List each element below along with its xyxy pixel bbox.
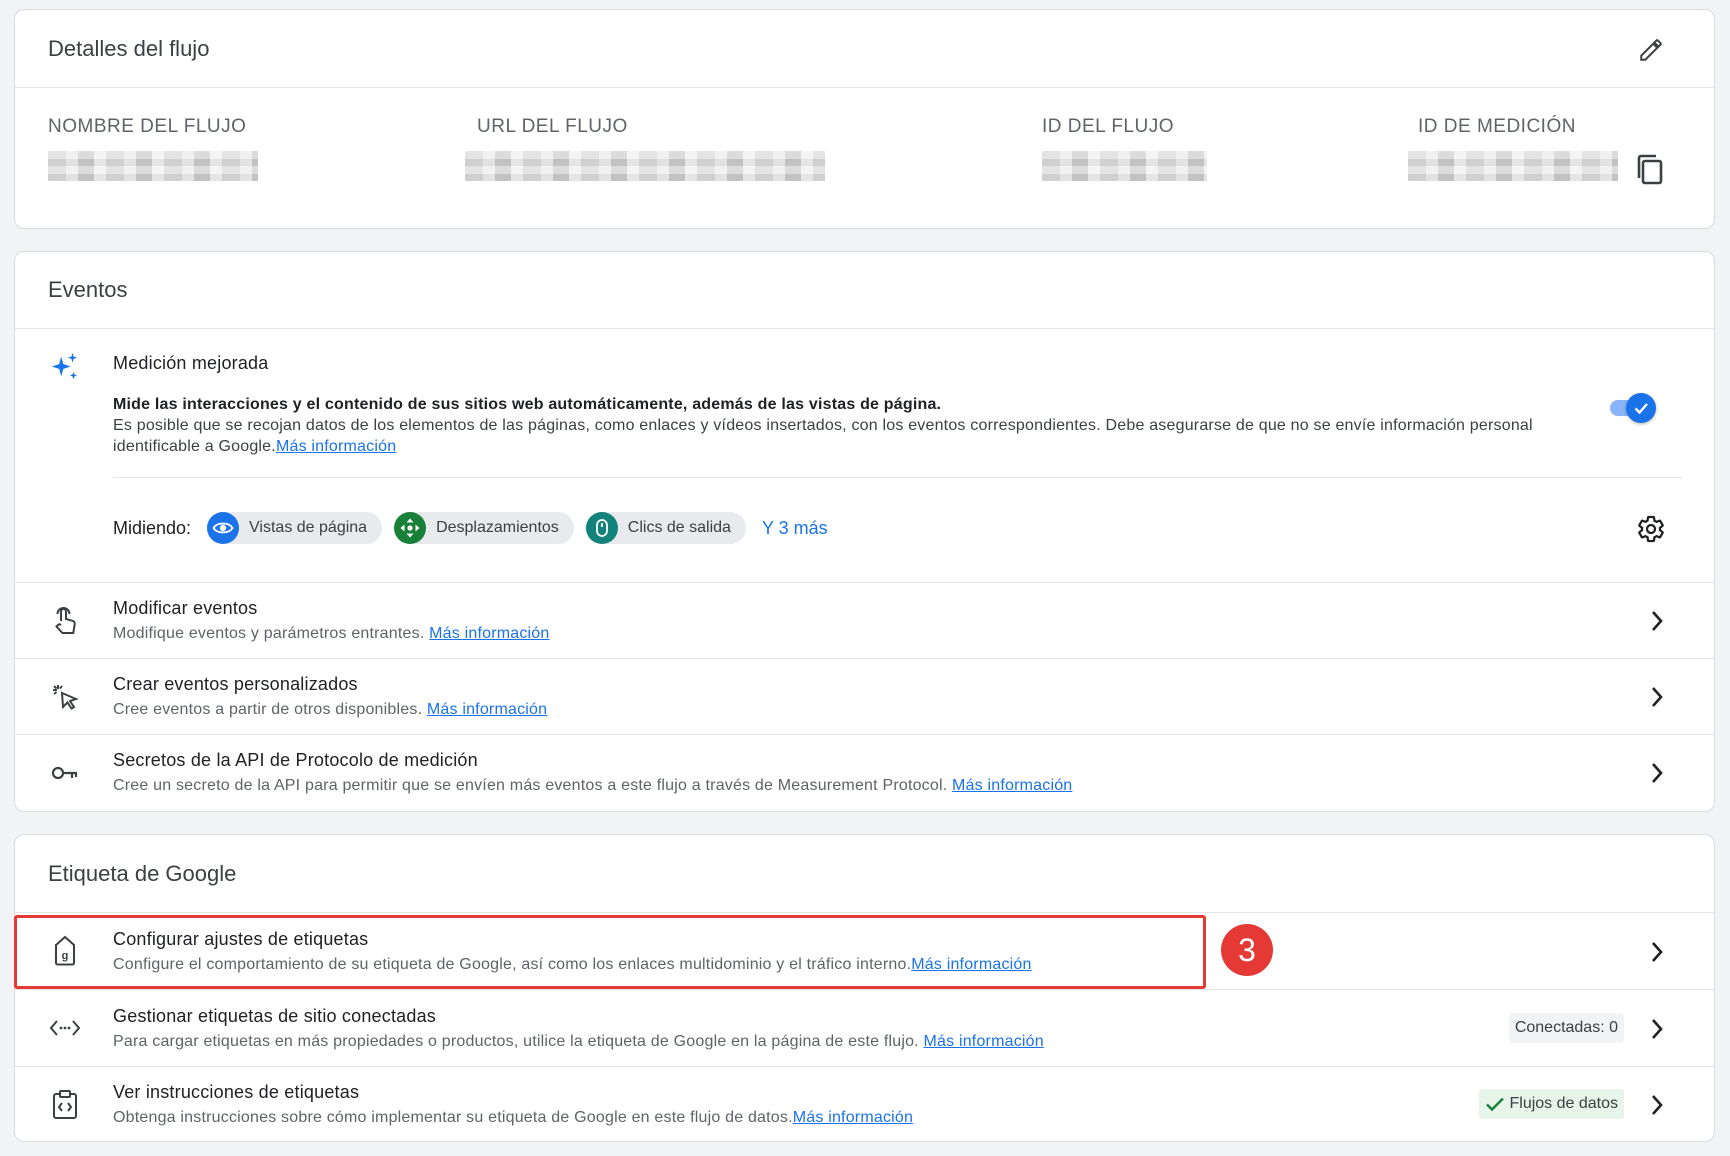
chevron-right-icon[interactable]: [1644, 760, 1670, 786]
field-label: URL DEL FLUJO: [477, 116, 628, 137]
stream-details-header: Detalles del flujo: [15, 10, 1714, 88]
row-tag-instructions[interactable]: Ver instrucciones de etiquetas Obtenga i…: [15, 1067, 1714, 1141]
tag-icon: g: [49, 935, 81, 967]
row-subtitle: Para cargar etiquetas en más propiedades…: [113, 1033, 1044, 1050]
connected-count-badge: Conectadas: 0: [1508, 1013, 1624, 1043]
field-stream-id: ID DEL FLUJO: [1042, 116, 1207, 181]
google-tag-card: Etiqueta de Google g Configurar ajustes …: [14, 834, 1715, 1142]
more-chips-link[interactable]: Y 3 más: [762, 518, 828, 539]
enhanced-measurement-toggle[interactable]: [1608, 393, 1656, 423]
redacted-value: [1408, 151, 1618, 181]
row-title: Ver instrucciones de etiquetas: [113, 1082, 360, 1102]
divider: [113, 477, 1682, 478]
row-create-events[interactable]: Crear eventos personalizados Cree evento…: [15, 659, 1714, 735]
chevron-right-icon[interactable]: [1644, 1016, 1670, 1042]
google-tag-header: Etiqueta de Google: [15, 835, 1714, 913]
row-api-secrets[interactable]: Secretos de la API de Protocolo de medic…: [15, 735, 1714, 811]
field-stream-url: URL DEL FLUJO: [465, 116, 825, 181]
check-icon: [1486, 1097, 1505, 1112]
more-info-link[interactable]: Más información: [429, 625, 549, 642]
chevron-right-icon[interactable]: [1644, 939, 1670, 965]
events-header: Eventos: [15, 252, 1714, 329]
field-stream-name: NOMBRE DEL FLUJO: [48, 116, 258, 181]
sparkle-icon: [49, 351, 81, 383]
row-subtitle: Cree eventos a partir de otros disponibl…: [113, 701, 548, 718]
more-info-link[interactable]: Más información: [427, 701, 547, 718]
more-info-link[interactable]: Más información: [793, 1109, 913, 1126]
redacted-value: [465, 151, 825, 181]
measuring-bar: Midiendo: Vistas de página Desplazamient…: [113, 512, 828, 544]
row-subtitle: Cree un secreto de la API para permitir …: [113, 777, 1073, 794]
more-info-link[interactable]: Más información: [911, 956, 1031, 973]
svg-text:g: g: [62, 950, 69, 962]
row-connected-tags[interactable]: Gestionar etiquetas de sitio conectadas …: [15, 990, 1714, 1067]
code-arrows-icon: [49, 1012, 81, 1044]
copy-button[interactable]: [1634, 153, 1666, 187]
eye-icon: [207, 512, 240, 544]
more-info-link[interactable]: Más información: [276, 438, 396, 455]
more-info-link[interactable]: Más información: [923, 1033, 1043, 1050]
enhanced-measurement: Medición mejorada Mide las interacciones…: [15, 329, 1714, 583]
chip-label: Vistas de página: [249, 519, 368, 536]
field-measurement-id: ID DE MEDICIÓN: [1408, 116, 1618, 181]
row-configure-tag[interactable]: g Configurar ajustes de etiquetas Config…: [15, 913, 1714, 990]
enhanced-measurement-title: Medición mejorada: [113, 353, 269, 373]
touch-icon: [49, 605, 81, 637]
events-card: Eventos Medición mejorada Mide las inter…: [14, 251, 1715, 812]
chevron-right-icon[interactable]: [1644, 684, 1670, 710]
enhanced-measurement-desc: Mide las interacciones y el contenido de…: [113, 394, 1593, 457]
redacted-value: [48, 151, 258, 181]
chip-outbound-clicks[interactable]: Clics de salida: [585, 512, 746, 544]
chip-label: Clics de salida: [627, 519, 731, 536]
edit-button[interactable]: [1636, 35, 1666, 65]
row-title: Modificar eventos: [113, 598, 258, 618]
more-info-link[interactable]: Más información: [952, 777, 1072, 794]
row-modify-events[interactable]: Modificar eventos Modifique eventos y pa…: [15, 583, 1714, 659]
stream-fields: NOMBRE DEL FLUJO URL DEL FLUJO ID DEL FL…: [15, 88, 1714, 228]
code-clipboard-icon: [49, 1089, 81, 1121]
field-label: ID DEL FLUJO: [1042, 116, 1174, 137]
check-icon: [1626, 393, 1656, 423]
row-subtitle: Modifique eventos y parámetros entrantes…: [113, 625, 550, 642]
mouse-icon: [585, 512, 618, 544]
row-title: Secretos de la API de Protocolo de medic…: [113, 750, 478, 770]
chip-page-views[interactable]: Vistas de página: [207, 512, 383, 544]
chevron-right-icon[interactable]: [1644, 1092, 1670, 1118]
stream-details-title: Detalles del flujo: [48, 35, 210, 61]
chip-label: Desplazamientos: [436, 519, 559, 536]
key-icon: [49, 757, 81, 789]
row-subtitle: Configure el comportamiento de su etique…: [113, 956, 1032, 973]
step-number-badge: 3: [1221, 924, 1273, 976]
measuring-label: Midiendo:: [113, 517, 192, 538]
row-title: Crear eventos personalizados: [113, 674, 358, 694]
stream-details-card: Detalles del flujo NOMBRE DEL FLUJO URL …: [14, 9, 1715, 229]
field-label: NOMBRE DEL FLUJO: [48, 116, 247, 137]
badge-label: Flujos de datos: [1509, 1095, 1618, 1112]
google-tag-title: Etiqueta de Google: [48, 860, 237, 886]
gear-icon: [1638, 515, 1664, 543]
row-title: Configurar ajustes de etiquetas: [113, 929, 369, 949]
desc-bold: Mide las interacciones y el contenido de…: [113, 396, 942, 413]
field-label: ID DE MEDICIÓN: [1418, 116, 1576, 137]
copy-icon: [1637, 154, 1663, 185]
move-icon: [394, 512, 427, 544]
row-subtitle: Obtenga instrucciones sobre cómo impleme…: [113, 1109, 914, 1126]
chevron-right-icon[interactable]: [1644, 608, 1670, 634]
chip-scrolls[interactable]: Desplazamientos: [394, 512, 574, 544]
events-title: Eventos: [48, 277, 128, 302]
settings-button[interactable]: [1636, 514, 1666, 544]
data-streams-badge: Flujos de datos: [1479, 1089, 1624, 1119]
row-title: Gestionar etiquetas de sitio conectadas: [113, 1006, 436, 1026]
click-cursor-icon: [49, 681, 81, 713]
redacted-value: [1042, 151, 1207, 181]
pencil-icon: [1640, 39, 1662, 61]
